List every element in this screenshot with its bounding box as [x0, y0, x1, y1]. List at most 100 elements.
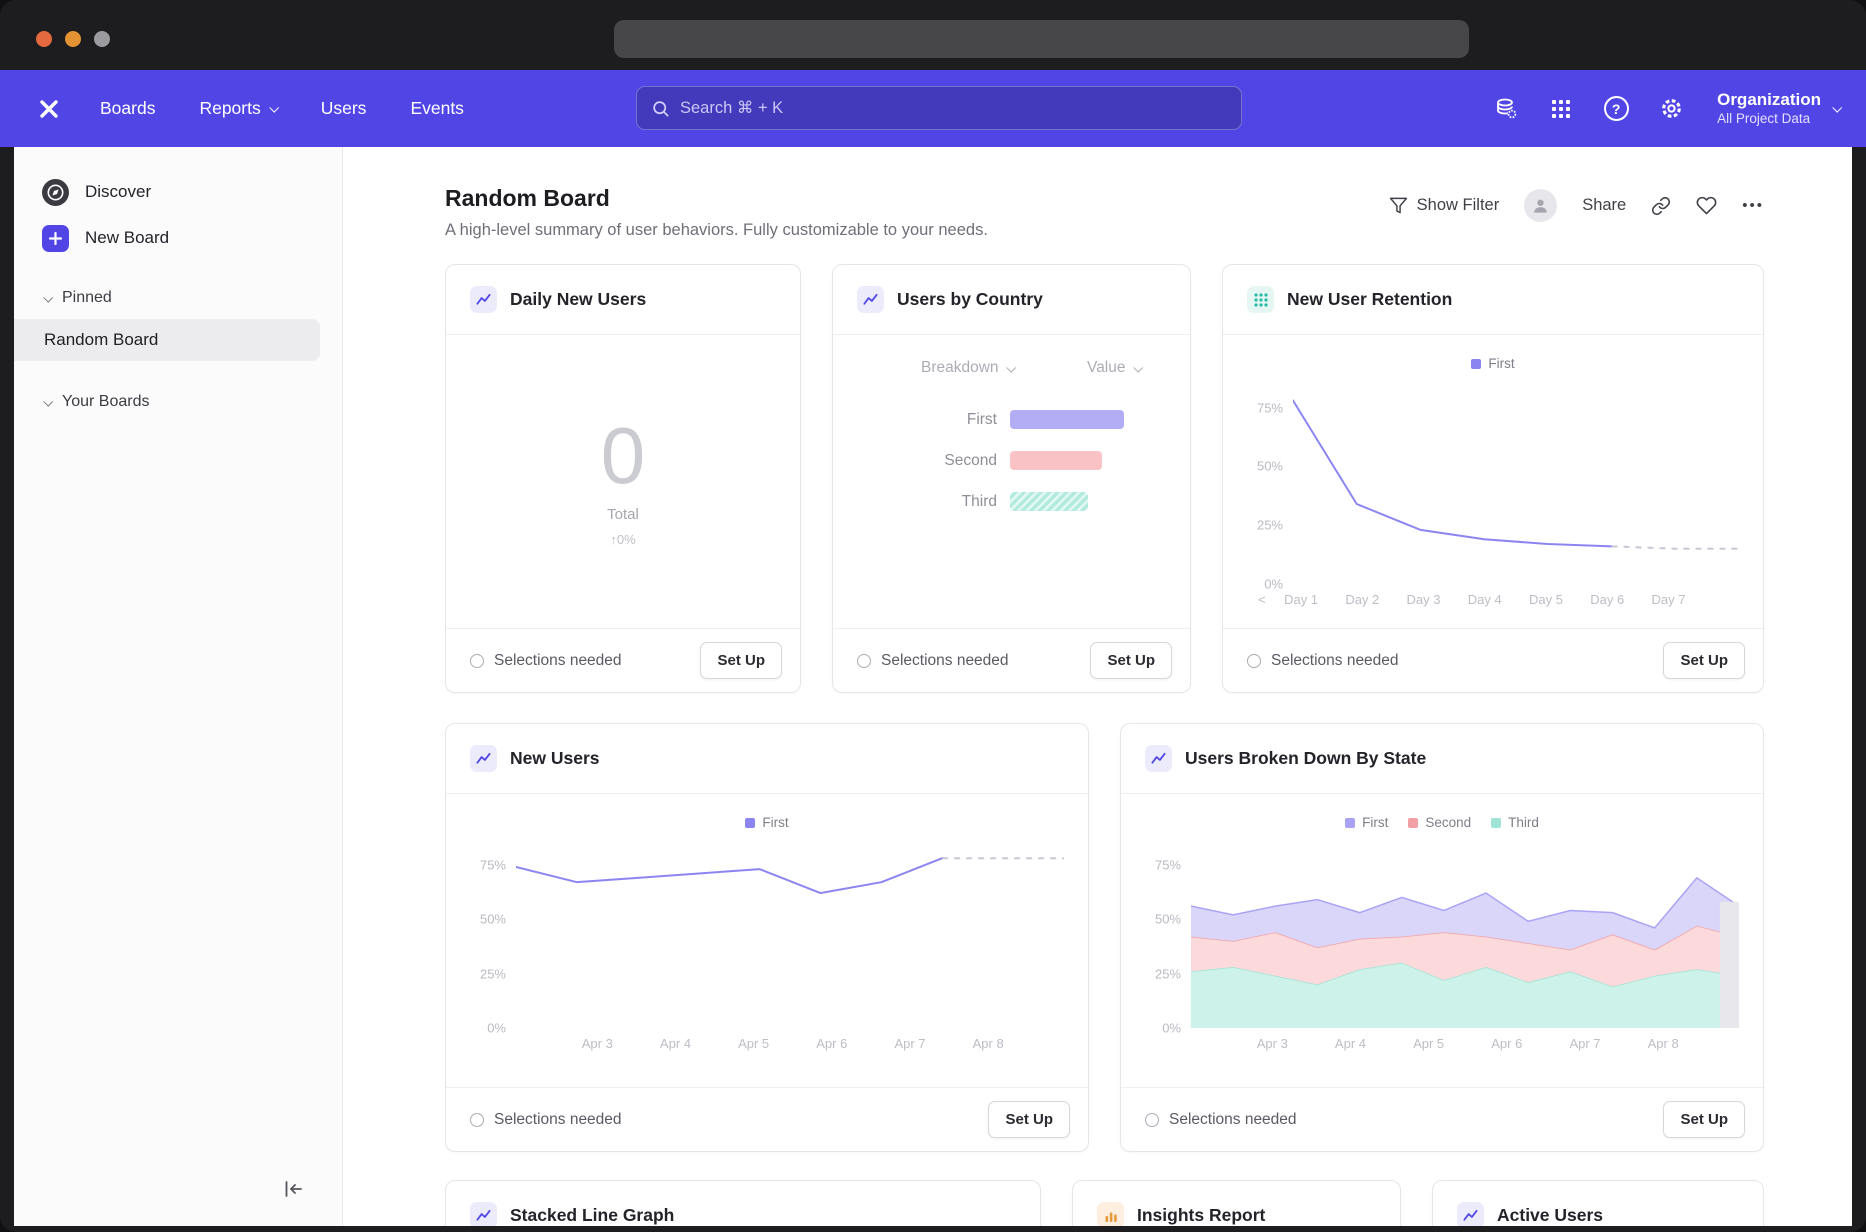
- status-label: Selections needed: [1169, 1111, 1297, 1129]
- legend-label: First: [762, 815, 788, 830]
- sidebar-item-random-board[interactable]: Random Board: [14, 319, 320, 361]
- card-body: First 75%50%25%0% Day 1Day 2Day 3Day 4Da…: [1223, 335, 1763, 628]
- x-axis-label: Day 5: [1529, 592, 1563, 607]
- legend-swatch-icon: [1471, 359, 1481, 369]
- y-axis-label: 50%: [1155, 912, 1181, 927]
- status-circle-icon: [857, 654, 871, 668]
- settings-gear-icon[interactable]: [1656, 94, 1686, 124]
- minimize-window-button[interactable]: [65, 31, 81, 47]
- org-name: Organization: [1717, 89, 1821, 110]
- country-row-label: Second: [833, 452, 997, 470]
- mixpanel-logo-icon[interactable]: [34, 94, 64, 124]
- nav-item-label: Boards: [100, 98, 155, 119]
- status-label: Selections needed: [494, 1111, 622, 1129]
- line-chart-icon: [470, 286, 497, 313]
- x-axis-label: Apr 8: [973, 1036, 1004, 1051]
- page-subtitle: A high-level summary of user behaviors. …: [445, 221, 988, 240]
- card-title: Active Users: [1497, 1205, 1603, 1226]
- sidebar-section-pinned[interactable]: Pinned: [14, 289, 342, 307]
- cards-row-1: Daily New Users 0 Total ↑0% Selections n…: [445, 264, 1764, 693]
- traffic-lights: [36, 31, 110, 47]
- status-text: Selections needed: [1145, 1111, 1297, 1129]
- card-title: Stacked Line Graph: [510, 1205, 674, 1226]
- nav-item-reports[interactable]: Reports: [199, 98, 276, 119]
- card-users-by-state: Users Broken Down By State FirstSecondTh…: [1120, 723, 1764, 1152]
- section-label: Pinned: [62, 289, 112, 307]
- app-window: Boards Reports Users Events ? O: [0, 0, 1866, 1232]
- chart-plot-area: [516, 843, 1064, 1028]
- set-up-button[interactable]: Set Up: [1663, 642, 1745, 679]
- retention-dots-icon: [1247, 286, 1274, 313]
- share-label: Share: [1582, 196, 1626, 215]
- chart-legend: FirstSecondThird: [1145, 814, 1739, 831]
- card-header: Daily New Users: [446, 265, 800, 335]
- chart-legend: First: [470, 814, 1064, 831]
- share-button[interactable]: Share: [1582, 196, 1626, 215]
- help-icon[interactable]: ?: [1601, 94, 1631, 124]
- card-body: 0 Total ↑0%: [446, 335, 800, 628]
- x-axis-label: Apr 7: [894, 1036, 925, 1051]
- show-filter-button[interactable]: Show Filter: [1389, 196, 1500, 215]
- prev-page-icon[interactable]: <: [1258, 592, 1266, 607]
- y-axis-label: 25%: [1155, 966, 1181, 981]
- set-up-button[interactable]: Set Up: [700, 642, 782, 679]
- sidebar-item-discover[interactable]: Discover: [14, 169, 342, 215]
- sidebar-item-label: Random Board: [44, 330, 158, 350]
- y-axis-label: 75%: [1155, 857, 1181, 872]
- card-body: Breakdown Value FirstSecondThird: [833, 335, 1190, 628]
- nav-item-label: Users: [321, 98, 367, 119]
- close-window-button[interactable]: [36, 31, 52, 47]
- nav-item-events[interactable]: Events: [410, 98, 464, 119]
- legend-swatch-icon: [1345, 818, 1355, 828]
- y-axis-label: 75%: [1257, 400, 1283, 415]
- x-axis-label: Apr 6: [1491, 1036, 1522, 1051]
- card-body: FirstSecondThird 75%50%25%0% Apr 3Apr 4A…: [1121, 794, 1763, 1087]
- x-axis-label: Apr 3: [582, 1036, 613, 1051]
- card-body: First 75%50%25%0% Apr 3Apr 4Apr 5Apr 6Ap…: [446, 794, 1088, 1087]
- card-header: Stacked Line Graph: [446, 1181, 1040, 1226]
- sidebar-item-new-board[interactable]: New Board: [14, 215, 342, 261]
- breakdown-dropdown[interactable]: Breakdown: [921, 359, 1014, 377]
- card-title: New User Retention: [1287, 289, 1452, 310]
- retention-chart: First 75%50%25%0% Day 1Day 2Day 3Day 4Da…: [1223, 335, 1763, 607]
- avatar[interactable]: [1524, 189, 1557, 222]
- nav-item-boards[interactable]: Boards: [100, 98, 155, 119]
- nav-item-users[interactable]: Users: [321, 98, 367, 119]
- by_state-svg: [1191, 843, 1739, 1028]
- x-axis-label: Apr 5: [738, 1036, 769, 1051]
- status-label: Selections needed: [494, 652, 622, 670]
- y-axis-label: 75%: [480, 857, 506, 872]
- favorite-heart-icon[interactable]: [1696, 195, 1717, 216]
- chart-plot-area: [1191, 843, 1739, 1028]
- set-up-button[interactable]: Set Up: [1663, 1101, 1745, 1138]
- search-input[interactable]: [680, 99, 1227, 118]
- collapse-sidebar-icon[interactable]: [278, 1174, 308, 1204]
- global-search[interactable]: [636, 86, 1242, 130]
- more-options-icon[interactable]: •••: [1742, 197, 1764, 214]
- org-switcher[interactable]: Organization All Project Data: [1717, 89, 1840, 127]
- primary-nav: Boards Reports Users Events: [100, 98, 464, 119]
- set-up-button[interactable]: Set Up: [988, 1101, 1070, 1138]
- status-text: Selections needed: [470, 652, 622, 670]
- copy-link-icon[interactable]: [1651, 196, 1671, 216]
- sidebar-section-your-boards[interactable]: Your Boards: [14, 393, 342, 411]
- set-up-button[interactable]: Set Up: [1090, 642, 1172, 679]
- card-title: Users Broken Down By State: [1185, 748, 1426, 769]
- apps-grid-icon[interactable]: [1546, 94, 1576, 124]
- y-axis-label: 25%: [480, 966, 506, 981]
- data-management-icon[interactable]: [1491, 94, 1521, 124]
- zoom-window-button[interactable]: [94, 31, 110, 47]
- org-project: All Project Data: [1717, 111, 1821, 128]
- navbar-right-cluster: ? Organization All Project Data: [1491, 70, 1840, 147]
- status-circle-icon: [470, 654, 484, 668]
- legend-label: Second: [1425, 815, 1471, 830]
- new_users-svg: [516, 843, 1064, 1028]
- legend-swatch-icon: [1408, 818, 1418, 828]
- value-dropdown[interactable]: Value: [1087, 359, 1141, 377]
- status-text: Selections needed: [1247, 652, 1399, 670]
- url-bar[interactable]: [614, 20, 1469, 58]
- x-axis: Day 1Day 2Day 3Day 4Day 5Day 6Day 7<: [1284, 592, 1685, 607]
- chevron-down-icon: [1006, 362, 1016, 372]
- cards-row-3: Stacked Line Graph Insights Report: [445, 1180, 1764, 1226]
- chevron-down-icon: [43, 292, 53, 302]
